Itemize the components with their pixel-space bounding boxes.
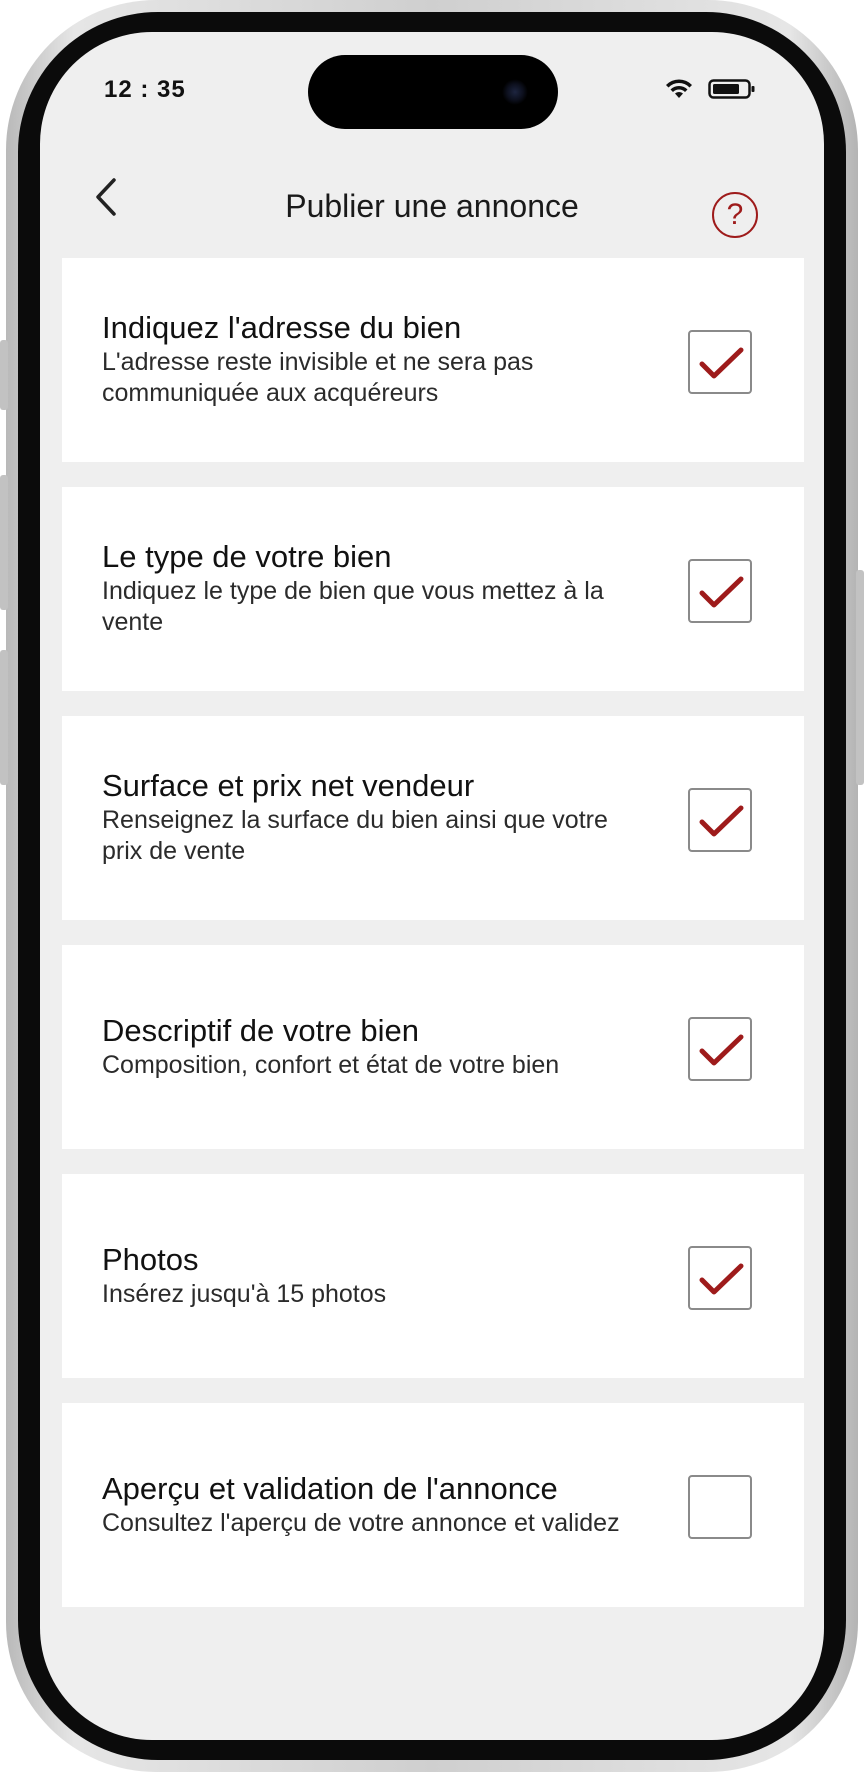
- step-title: Le type de votre bien: [102, 539, 392, 574]
- step-title: Aperçu et validation de l'annonce: [102, 1470, 558, 1506]
- checkmark-icon: [699, 576, 744, 608]
- battery-icon: [708, 79, 755, 99]
- step-subtitle: Composition, confort et état de votre bi…: [102, 1050, 560, 1079]
- step-subtitle: Consultez l'aperçu de votre annonce et v…: [102, 1508, 620, 1537]
- step-card-address[interactable]: Indiquez l'adresse du bien L'adresse res…: [62, 258, 804, 462]
- side-button: [0, 475, 8, 610]
- side-button: [0, 650, 8, 785]
- steps-list: Indiquez l'adresse du bien L'adresse res…: [62, 258, 804, 1632]
- page: 12 : 35 Publier une annonce ? Indiquez l…: [0, 0, 864, 1772]
- step-subtitle: Indiquez le type de bien que vous mettez…: [102, 577, 604, 636]
- nav-header: Publier une annonce ?: [40, 150, 824, 240]
- step-checkbox[interactable]: [688, 788, 752, 852]
- step-card-photos[interactable]: Photos Insérez jusqu'à 15 photos: [62, 1174, 804, 1378]
- checkmark-icon: [699, 805, 744, 837]
- step-card-description[interactable]: Descriptif de votre bien Composition, co…: [62, 945, 804, 1149]
- step-text: Surface et prix net vendeur Renseignez l…: [102, 716, 622, 920]
- step-text: Descriptif de votre bien Composition, co…: [102, 945, 622, 1149]
- step-title: Photos: [102, 1241, 199, 1277]
- step-card-property-type[interactable]: Le type de votre bien Indiquez le type d…: [62, 487, 804, 691]
- step-subtitle: L'adresse reste invisible et ne sera pas…: [102, 348, 534, 407]
- step-text: Indiquez l'adresse du bien L'adresse res…: [102, 258, 622, 462]
- step-checkbox[interactable]: [688, 559, 752, 623]
- step-card-surface-price[interactable]: Surface et prix net vendeur Renseignez l…: [62, 716, 804, 920]
- step-checkbox[interactable]: [688, 1475, 752, 1539]
- step-checkbox[interactable]: [688, 1017, 752, 1081]
- step-text: Aperçu et validation de l'annonce Consul…: [102, 1403, 622, 1607]
- step-title: Descriptif de votre bien: [102, 1012, 420, 1048]
- checkmark-icon: [699, 1034, 744, 1066]
- side-button: [0, 340, 8, 410]
- step-card-preview-validation[interactable]: Aperçu et validation de l'annonce Consul…: [62, 1403, 804, 1607]
- checkmark-icon: [699, 347, 744, 379]
- wifi-icon: [666, 79, 692, 98]
- step-text: Le type de votre bien Indiquez le type d…: [102, 487, 622, 691]
- camera-icon: [502, 79, 528, 105]
- step-checkbox[interactable]: [688, 1246, 752, 1310]
- help-button[interactable]: ?: [712, 192, 758, 238]
- side-button: [856, 570, 864, 785]
- step-checkbox[interactable]: [688, 330, 752, 394]
- dynamic-island: [308, 55, 558, 129]
- step-subtitle: Insérez jusqu'à 15 photos: [102, 1279, 387, 1308]
- status-icons: [664, 78, 756, 100]
- checkmark-icon: [699, 1263, 744, 1295]
- step-text: Photos Insérez jusqu'à 15 photos: [102, 1174, 622, 1378]
- status-time: 12 : 35: [104, 76, 186, 103]
- app-screen: 12 : 35 Publier une annonce ? Indiquez l…: [40, 32, 824, 1740]
- step-title: Indiquez l'adresse du bien: [102, 310, 462, 345]
- page-title: Publier une annonce: [285, 188, 579, 224]
- step-subtitle: Renseignez la surface du bien ainsi que …: [102, 806, 608, 865]
- step-title: Surface et prix net vendeur: [102, 768, 475, 803]
